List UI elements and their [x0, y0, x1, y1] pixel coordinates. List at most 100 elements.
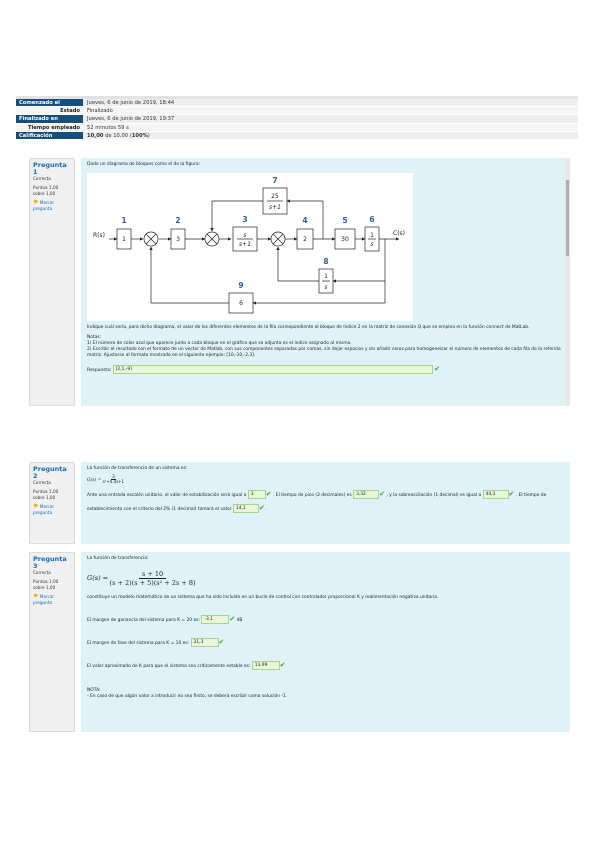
question-description: constituye un modelo matemático de un si…: [87, 595, 439, 600]
answer-input-settling-time[interactable]: 14,1: [232, 504, 259, 513]
answer-input-gain-margin[interactable]: -3,1: [201, 615, 230, 624]
grade-percent: 100%: [131, 132, 148, 139]
question-score: Puntúa 1,00 sobre 1,00: [33, 579, 59, 590]
summary-label: Estado: [16, 107, 83, 115]
grade-value: 10,00: [87, 132, 104, 139]
check-icon: ✔: [218, 638, 225, 646]
block-6-num: 1: [370, 232, 374, 239]
summary-row-finished: Finalizado en Jueves, 6 de junio de 2019…: [16, 115, 578, 124]
summary-label: Finalizado en: [16, 115, 83, 123]
critical-gain-row: El valor aproximado de K para que el sis…: [87, 661, 286, 670]
question-score: Puntúa 1,00 sobre 1,00: [33, 185, 59, 196]
question-info: Pregunta 3 Correcta Puntúa 1,00 sobre 1,…: [29, 552, 75, 732]
answer-input[interactable]: [2,1,-9]: [112, 365, 433, 374]
summary-value: 52 minutos 59 s: [83, 123, 578, 131]
block-8-den: s: [324, 284, 327, 291]
flag-icon: ⚑: [33, 503, 39, 510]
index-label: 5: [342, 216, 347, 225]
summary-value: Finalizado: [83, 107, 578, 115]
question-content: Dado un diagrama de bloques como el de l…: [81, 158, 570, 406]
transfer-function: G(s) = s + 10 (s + 2)(s + 5)(s² + 2s + 8): [87, 570, 196, 587]
flag-question-link[interactable]: ⚑ Marcar pregunta: [33, 594, 71, 606]
flag-icon: ⚑: [33, 593, 39, 600]
summary-label: Calificación: [16, 131, 83, 139]
summary-value: Jueves, 6 de junio de 2019, 18:44: [83, 99, 578, 107]
question-1: Pregunta 1 Correcta Puntúa 1,00 sobre 1,…: [29, 158, 570, 406]
question-intro: Dado un diagrama de bloques como el de l…: [87, 162, 201, 167]
question-number: Pregunta 3: [33, 555, 67, 570]
question-info: Pregunta 2 Correcta Puntúa 1,00 sobre 1,…: [29, 462, 75, 544]
answer-input-steady-state[interactable]: 3: [247, 490, 266, 499]
question-intro: La función de transferencia:: [87, 556, 149, 561]
answer-input-critical-gain[interactable]: 13,99: [251, 661, 280, 670]
summary-row-state: Estado Finalizado: [16, 107, 578, 116]
index-label: 1: [121, 216, 126, 225]
question-text: Ante una entrada escalón unitario, el va…: [87, 490, 547, 513]
check-icon: ✔: [379, 490, 385, 498]
scrollbar-thumb[interactable]: [566, 180, 569, 256]
flag-question-link[interactable]: ⚑ Marcar pregunta: [33, 504, 71, 516]
check-icon: ✔: [265, 490, 272, 498]
block-diagram: R(s) 1 3 s s+1 2 30 1 s 25 s+1 1 s 6 C(s…: [87, 173, 413, 321]
summary-row-time: Tiempo empleado 52 minutos 59 s: [16, 123, 578, 132]
block-6-den: s: [370, 241, 373, 248]
check-icon: ✔: [434, 365, 440, 373]
note-text: - En caso de que algún valor a introduci…: [87, 694, 288, 699]
question-text: Indique cuál sería, para dicho diagrama,…: [87, 325, 530, 330]
block-1: 1: [122, 236, 126, 243]
block-7-num: 25: [271, 193, 279, 200]
response-row: Respuesta: [2,1,-9] ✔: [87, 365, 564, 374]
grade-end: ): [147, 132, 150, 139]
answer-input-phase-margin[interactable]: 31,3: [190, 638, 219, 647]
index-label: 2: [175, 216, 180, 225]
answer-input-overshoot[interactable]: 44,3: [482, 490, 509, 499]
question-status: Correcta: [33, 176, 51, 181]
question-number: Pregunta 2: [33, 465, 67, 480]
summary-label: Tiempo empleado: [16, 123, 83, 131]
flag-icon: ⚑: [33, 199, 39, 206]
block-7-den: s+1: [269, 204, 281, 211]
question-status: Correcta: [33, 570, 51, 575]
index-label: 8: [323, 257, 328, 266]
attempt-summary-table: Comenzado el Jueves, 6 de junio de 2019,…: [16, 96, 578, 140]
check-icon: ✔: [508, 490, 515, 498]
note-2: 2) Escribir el resultado con el formato …: [87, 347, 561, 358]
block-3-num: s: [243, 232, 246, 239]
summary-row-started: Comenzado el Jueves, 6 de junio de 2019,…: [16, 99, 578, 108]
question-number: Pregunta 1: [33, 161, 67, 176]
question-intro: La función de transferencia de un sistem…: [87, 466, 188, 471]
transfer-function: G(s) = 3 s²+4.4s+1: [87, 474, 125, 484]
summary-value: 10,00 de 10,00 (100%): [83, 131, 578, 139]
output-label: C(s): [393, 230, 405, 237]
grade-of: de 10,00 (: [103, 132, 132, 139]
summary-row-grade: Calificación 10,00 de 10,00 (100%): [16, 131, 578, 140]
check-icon: ✔: [279, 661, 286, 669]
question-2: Pregunta 2 Correcta Puntúa 1,00 sobre 1,…: [29, 462, 570, 544]
block-3-den: s+1: [239, 241, 251, 248]
block-2: 3: [176, 236, 180, 243]
index-label: 9: [238, 281, 243, 290]
block-4: 2: [303, 236, 307, 243]
question-status: Correcta: [33, 480, 51, 485]
flag-question-link[interactable]: ⚑ Marcar pregunta: [33, 200, 71, 212]
summary-label: Comenzado el: [16, 99, 83, 107]
block-9: 6: [239, 300, 243, 307]
answer-input-peak-time[interactable]: 3,32: [353, 490, 380, 499]
scrollbar[interactable]: [565, 158, 570, 406]
summary-value: Jueves, 6 de junio de 2019, 19:37: [83, 115, 578, 123]
index-label: 4: [302, 216, 307, 225]
check-icon: ✔: [229, 615, 236, 623]
question-info: Pregunta 1 Correcta Puntúa 1,00 sobre 1,…: [29, 158, 75, 406]
index-label: 7: [272, 176, 277, 185]
gain-margin-row: El margen de ganancia del sistema para K…: [87, 615, 243, 624]
phase-margin-row: El margen de fase del sistema para K = 1…: [87, 638, 225, 647]
question-content: La función de transferencia: G(s) = s + …: [81, 552, 570, 732]
index-label: 6: [369, 215, 374, 224]
block-8-num: 1: [324, 273, 328, 280]
input-label: R(s): [93, 232, 105, 239]
response-label: Respuesta:: [87, 368, 112, 373]
question-content: La función de transferencia de un sistem…: [81, 462, 570, 544]
question-score: Puntúa 1,00 sobre 1,00: [33, 489, 59, 500]
index-label: 3: [242, 215, 247, 224]
block-5: 30: [341, 236, 349, 243]
